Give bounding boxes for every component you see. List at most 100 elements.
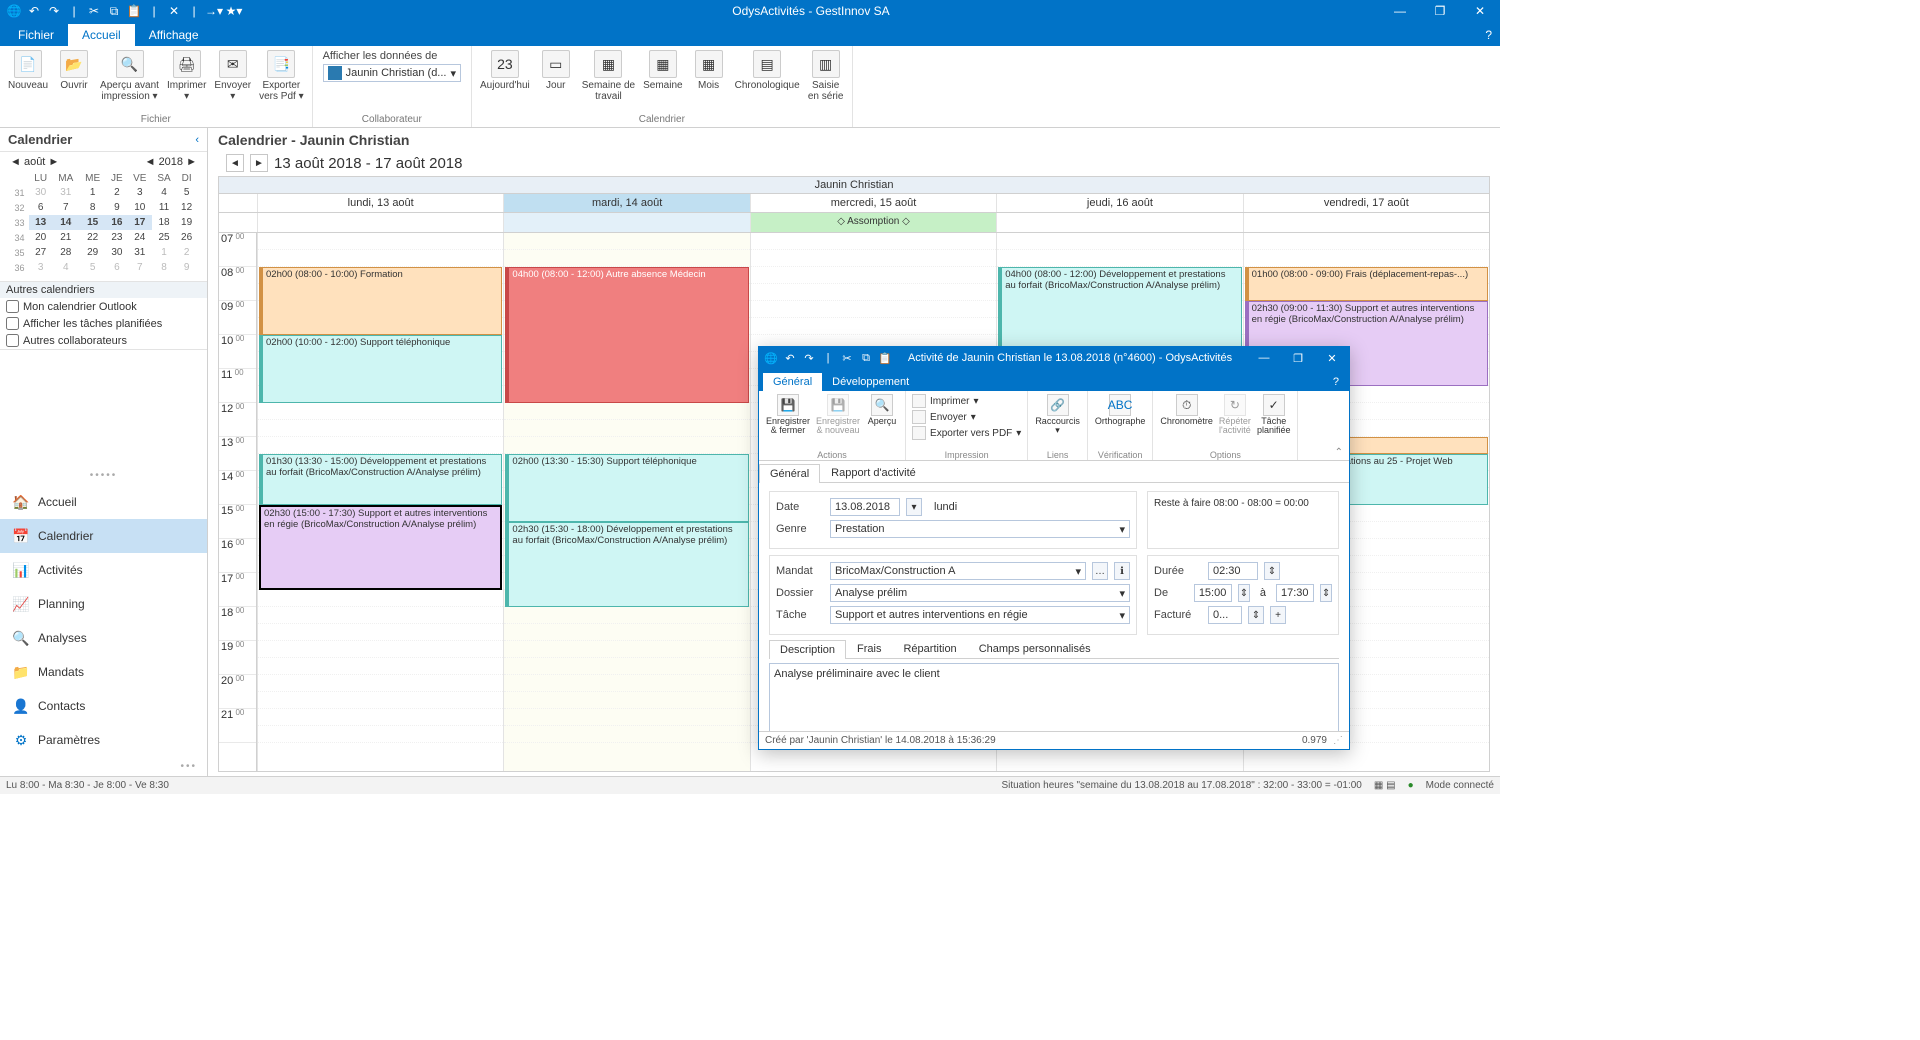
redo-icon[interactable]: ↷ [801, 350, 817, 366]
batch-button[interactable]: ▥Saisie en série [804, 48, 848, 104]
redo-icon[interactable]: ↷ [46, 3, 62, 19]
mandat-select[interactable]: BricoMax/Construction A▾ [830, 562, 1086, 580]
close-button[interactable]: ✕ [1315, 347, 1349, 369]
tab-custom-fields[interactable]: Champs personnalisés [968, 639, 1102, 658]
date-input[interactable]: 13.08.2018 [830, 498, 900, 516]
cut-icon[interactable]: ✂ [839, 350, 855, 366]
mandat-info-icon[interactable]: ℹ [1114, 562, 1130, 580]
copy-icon[interactable]: ⧉ [106, 3, 122, 19]
cut-icon[interactable]: ✂ [86, 3, 102, 19]
day-header[interactable]: jeudi, 16 août [996, 194, 1242, 212]
day-column-tue[interactable]: 04h00 (08:00 - 12:00) Autre absence Méde… [503, 233, 749, 771]
mini-calendar-table[interactable]: LUMAMEJEVESADI31303112345326789101112331… [10, 172, 197, 275]
calendar-event[interactable]: 02h00 (13:30 - 15:30) Support téléphoniq… [505, 454, 748, 522]
subtab-report[interactable]: Rapport d'activité [820, 463, 927, 482]
copy-icon[interactable]: ⧉ [858, 350, 874, 366]
more-icon[interactable]: ••• [0, 757, 207, 776]
calendar-event[interactable]: 01h30 (13:30 - 15:00) Développement et p… [259, 454, 502, 505]
prev-month-icon[interactable]: ◄ août ► [10, 156, 59, 168]
print-button[interactable]: Imprimer ▾ [910, 393, 980, 409]
save-close-button[interactable]: 💾Enregistrer & fermer [763, 393, 813, 437]
calendar-event[interactable]: 02h00 (10:00 - 12:00) Support téléphoniq… [259, 335, 502, 403]
shortcuts-button[interactable]: 🔗Raccourcis ▾ [1032, 393, 1083, 437]
tasks-checkbox[interactable]: Afficher les tâches planifiées [0, 315, 207, 332]
month-button[interactable]: ▦Mois [687, 48, 731, 93]
close-icon[interactable]: ✕ [166, 3, 182, 19]
chrono-button[interactable]: ⏱Chronomètre [1157, 393, 1216, 427]
from-input[interactable]: 15:00 [1194, 584, 1232, 602]
nav-calendar[interactable]: 📅Calendrier [0, 519, 207, 553]
tab-home[interactable]: Accueil [68, 24, 135, 46]
close-button[interactable]: ✕ [1460, 0, 1500, 22]
day-header[interactable]: mercredi, 15 août [750, 194, 996, 212]
dossier-select[interactable]: Analyse prélim▾ [830, 584, 1130, 602]
prev-week-button[interactable]: ◄ [226, 154, 244, 172]
view-switch-icon[interactable]: ▦ ▤ [1374, 780, 1396, 791]
undo-icon[interactable]: ↶ [782, 350, 798, 366]
week-button[interactable]: ▦Semaine [639, 48, 686, 93]
calendar-event[interactable]: 02h00 (08:00 - 10:00) Formation [259, 267, 502, 335]
nav-home[interactable]: 🏠Accueil [0, 485, 207, 519]
undo-icon[interactable]: ↶ [26, 3, 42, 19]
arrow-icon[interactable]: →▾ [206, 3, 222, 19]
nav-contacts[interactable]: 👤Contacts [0, 689, 207, 723]
nav-activities[interactable]: 📊Activités [0, 553, 207, 587]
paste-icon[interactable]: 📋 [877, 350, 893, 366]
today-button[interactable]: 23Aujourd'hui [476, 48, 534, 93]
nav-params[interactable]: ⚙Paramètres [0, 723, 207, 757]
planned-task-button[interactable]: ✓Tâche planifiée [1254, 393, 1294, 437]
tache-select[interactable]: Support et autres interventions en régie… [830, 606, 1130, 624]
tab-description[interactable]: Description [769, 640, 846, 659]
send-button[interactable]: Envoyer ▾ [910, 409, 978, 425]
mandat-browse-icon[interactable]: … [1092, 562, 1108, 580]
export-pdf-button[interactable]: 📑Exporter vers Pdf ▾ [255, 48, 307, 104]
day-header[interactable]: vendredi, 17 août [1243, 194, 1489, 212]
tab-repartition[interactable]: Répartition [892, 639, 967, 658]
dialog-tab-dev[interactable]: Développement [822, 373, 919, 391]
send-button[interactable]: ✉Envoyer ▾ [210, 48, 255, 104]
preview-button[interactable]: 🔍Aperçu [863, 393, 901, 427]
outlook-checkbox[interactable]: Mon calendrier Outlook [0, 298, 207, 315]
timeline-button[interactable]: ▤Chronologique [731, 48, 804, 93]
collabs-checkbox[interactable]: Autres collaborateurs [0, 332, 207, 349]
globe-icon[interactable]: 🌐 [763, 350, 779, 366]
next-week-button[interactable]: ► [250, 154, 268, 172]
calendar-event[interactable]: 02h30 (15:00 - 17:30) Support et autres … [259, 505, 502, 590]
nav-mandats[interactable]: 📁Mandats [0, 655, 207, 689]
minimize-button[interactable]: — [1380, 0, 1420, 22]
minimize-button[interactable]: — [1247, 347, 1281, 369]
calendar-event[interactable]: 01h00 (08:00 - 09:00) Frais (déplacement… [1245, 267, 1488, 301]
collaborator-dropdown[interactable]: Jaunin Christian (d...▾ [323, 64, 461, 82]
maximize-button[interactable]: ❐ [1281, 347, 1315, 369]
calendar-event[interactable]: 04h00 (08:00 - 12:00) Autre absence Méde… [505, 267, 748, 403]
duration-spinner[interactable]: ⇕ [1264, 562, 1280, 580]
dialog-tab-general[interactable]: Général [763, 373, 822, 391]
preview-button[interactable]: 🔍Aperçu avant impression ▾ [96, 48, 163, 104]
maximize-button[interactable]: ❐ [1420, 0, 1460, 22]
resize-handle-icon[interactable]: ⋰ [1333, 735, 1343, 746]
star-icon[interactable]: ★▾ [226, 3, 242, 19]
calendar-event[interactable]: 02h30 (15:30 - 18:00) Développement et p… [505, 522, 748, 607]
tab-view[interactable]: Affichage [135, 24, 213, 46]
holiday-event[interactable]: ◇ Assomption ◇ [750, 213, 996, 232]
day-header[interactable]: mardi, 14 août [503, 194, 749, 212]
genre-select[interactable]: Prestation▾ [830, 520, 1130, 538]
dialog-help-icon[interactable]: ? [1323, 373, 1349, 391]
nav-planning[interactable]: 📈Planning [0, 587, 207, 621]
tab-file[interactable]: Fichier [4, 24, 68, 46]
repeat-button[interactable]: ↻Répéter l'activité [1216, 393, 1254, 437]
to-input[interactable]: 17:30 [1276, 584, 1314, 602]
nav-analyses[interactable]: 🔍Analyses [0, 621, 207, 655]
description-textarea[interactable]: Analyse préliminaire avec le client [769, 663, 1339, 731]
date-dropdown-icon[interactable]: ▾ [906, 498, 922, 516]
export-pdf-button[interactable]: Exporter vers PDF ▾ [910, 425, 1023, 441]
spell-button[interactable]: ABCOrthographe [1092, 393, 1149, 427]
day-header[interactable]: lundi, 13 août [257, 194, 503, 212]
workweek-button[interactable]: ▦Semaine de travail [578, 48, 639, 104]
help-icon[interactable]: ? [1477, 24, 1500, 46]
duration-input[interactable]: 02:30 [1208, 562, 1258, 580]
open-button[interactable]: 📂Ouvrir [52, 48, 96, 93]
add-button[interactable]: + [1270, 606, 1286, 624]
save-new-button[interactable]: 💾Enregistrer & nouveau [813, 393, 863, 437]
tab-frais[interactable]: Frais [846, 639, 892, 658]
